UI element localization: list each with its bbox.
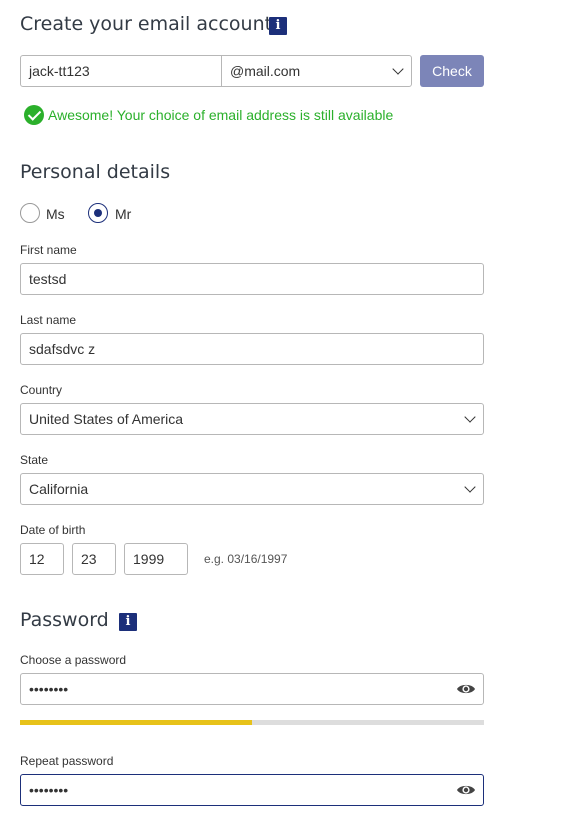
choose-password-label: Choose a password — [20, 653, 127, 667]
dob-year-input[interactable]: 1999 — [124, 543, 188, 575]
dob-hint: e.g. 03/16/1997 — [204, 552, 288, 566]
state-select[interactable]: California — [20, 473, 484, 505]
registration-form: Create your email account i jack-tt123 @… — [0, 0, 579, 834]
salutation-mr-radio[interactable] — [88, 203, 108, 223]
choose-password-input[interactable]: •••••••• — [20, 673, 484, 705]
last-name-input[interactable]: sdafsdvc z — [20, 333, 484, 365]
chevron-down-icon — [464, 411, 476, 423]
eye-icon[interactable] — [456, 682, 476, 696]
first-name-input[interactable]: testsd — [20, 263, 484, 295]
salutation-ms-radio[interactable] — [20, 203, 40, 223]
eye-icon[interactable] — [456, 783, 476, 797]
email-username-input[interactable]: jack-tt123 — [21, 56, 222, 86]
repeat-password-value: •••••••• — [29, 782, 69, 798]
country-value: United States of America — [29, 411, 184, 427]
state-value: California — [29, 481, 89, 497]
dob-label: Date of birth — [20, 523, 86, 537]
salutation-ms-label[interactable]: Ms — [46, 206, 65, 222]
email-address-group: jack-tt123 @mail.com — [20, 55, 412, 87]
password-strength-fill — [20, 720, 252, 725]
country-select[interactable]: United States of America — [20, 403, 484, 435]
dob-day-input[interactable]: 23 — [72, 543, 116, 575]
repeat-password-label: Repeat password — [20, 754, 114, 768]
salutation-mr-label[interactable]: Mr — [115, 206, 131, 222]
first-name-label: First name — [20, 243, 77, 257]
availability-message: Awesome! Your choice of email address is… — [48, 107, 394, 123]
repeat-password-input[interactable]: •••••••• — [20, 774, 484, 806]
state-label: State — [20, 453, 49, 467]
check-availability-button[interactable]: Check — [420, 55, 484, 87]
info-icon[interactable]: i — [269, 17, 287, 35]
country-label: Country — [20, 383, 63, 397]
password-section-title: Password — [20, 609, 109, 631]
check-circle-icon — [24, 105, 44, 125]
email-domain-select[interactable]: @mail.com — [222, 56, 411, 86]
account-section-title: Create your email account — [20, 13, 273, 35]
email-domain-value: @mail.com — [230, 63, 301, 79]
choose-password-value: •••••••• — [29, 681, 69, 697]
last-name-label: Last name — [20, 313, 77, 327]
chevron-down-icon — [392, 63, 404, 75]
password-strength-meter — [20, 720, 484, 725]
info-icon[interactable]: i — [119, 613, 137, 631]
personal-section-title: Personal details — [20, 161, 171, 183]
dob-month-input[interactable]: 12 — [20, 543, 64, 575]
chevron-down-icon — [464, 481, 476, 493]
